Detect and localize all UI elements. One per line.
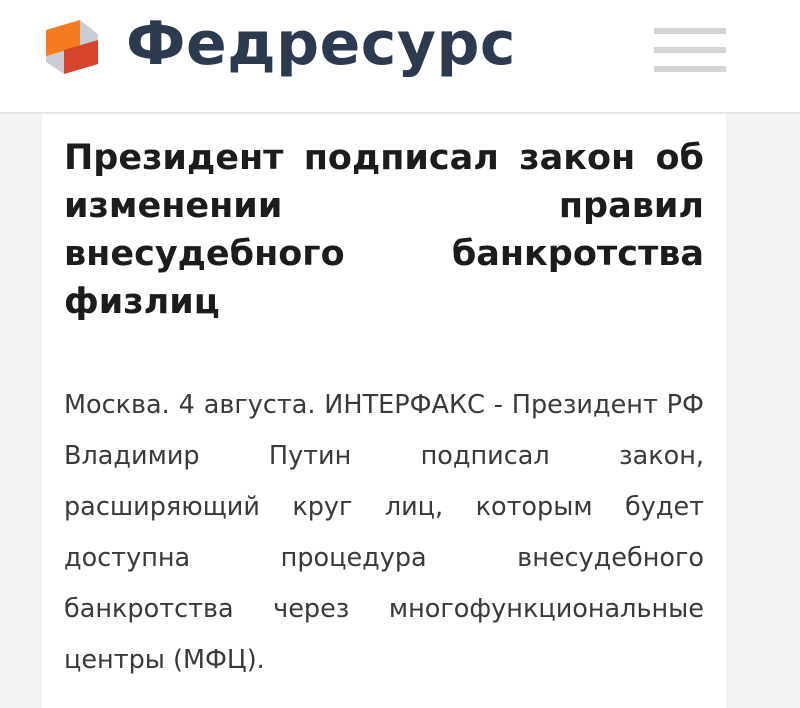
article-title: Президент подписал закон об изменении пр… <box>64 138 704 322</box>
menu-line <box>654 47 726 53</box>
menu-line <box>654 28 726 34</box>
article-lead: Москва. 4 августа. ИНТЕРФАКС - Президент… <box>64 390 704 675</box>
site-header: Федресурс <box>0 0 800 114</box>
brand-name[interactable]: Федресурс <box>126 6 516 82</box>
fedresurs-logo-icon[interactable] <box>40 16 104 80</box>
menu-line <box>654 66 726 72</box>
hamburger-menu-icon[interactable] <box>654 22 726 78</box>
logo-svg <box>46 20 98 74</box>
news-article: Президент подписал закон об изменении пр… <box>42 114 726 708</box>
